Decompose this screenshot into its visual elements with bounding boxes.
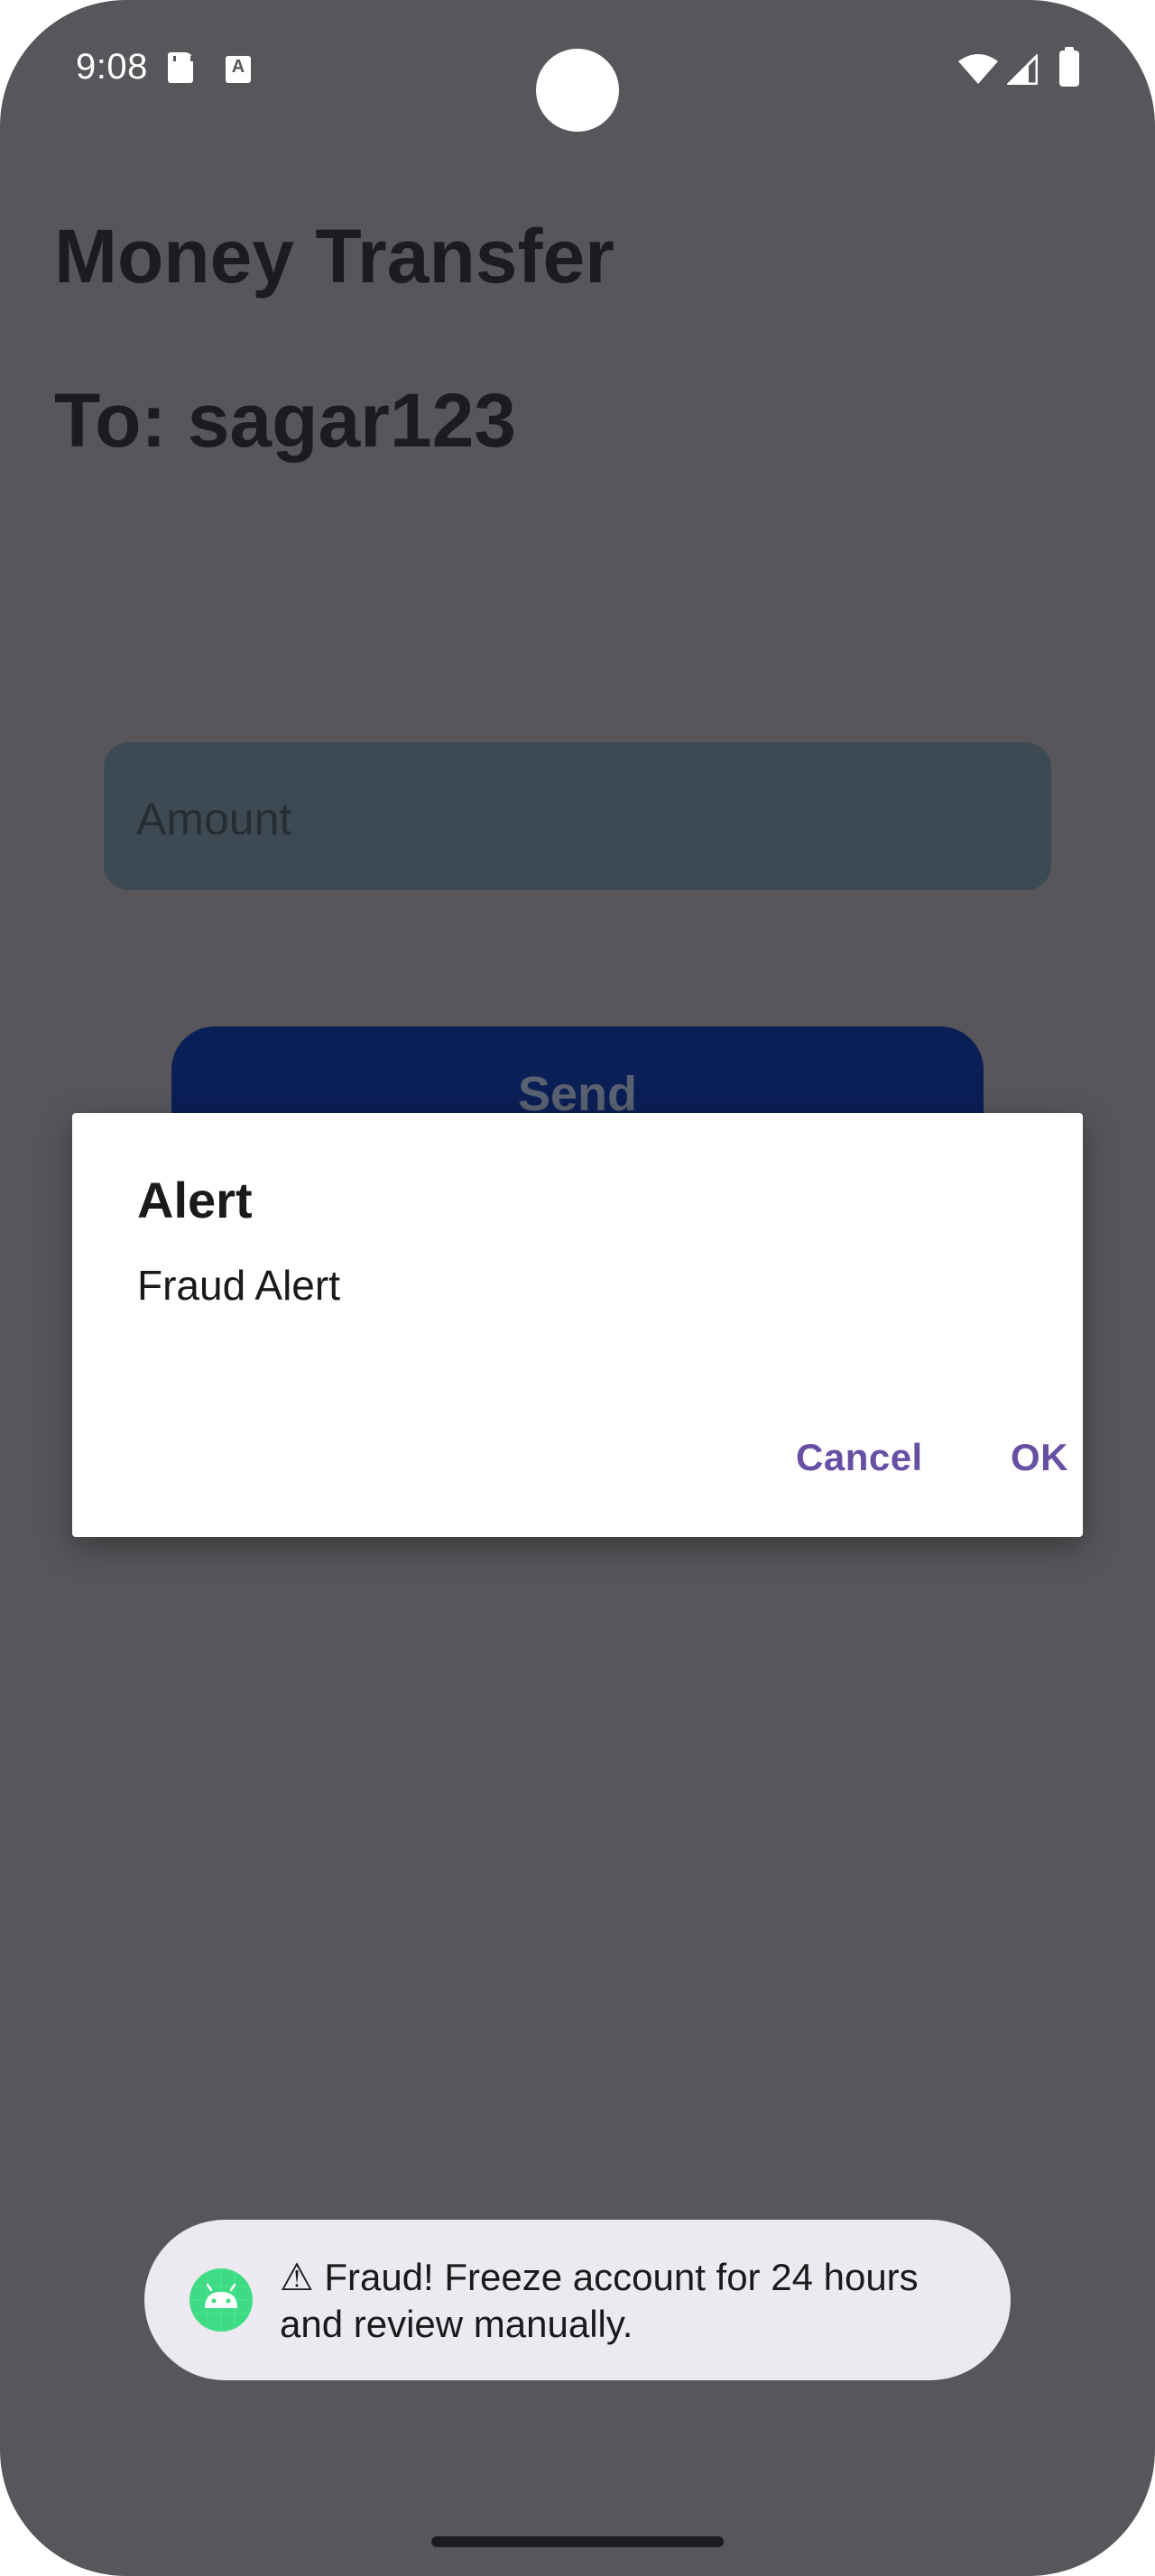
status-time: 9:08: [76, 47, 148, 87]
send-button-label: Send: [517, 1067, 638, 1121]
sd-card-icon: [168, 52, 193, 83]
wifi-icon: [958, 54, 998, 84]
dialog-title: Alert: [137, 1172, 253, 1228]
amount-input[interactable]: Amount: [104, 742, 1051, 890]
alert-dialog: Alert Fraud Alert Cancel OK: [72, 1113, 1083, 1537]
cell-signal-icon: [1007, 54, 1038, 85]
ok-button[interactable]: OK: [996, 1427, 1083, 1488]
cancel-button[interactable]: Cancel: [781, 1427, 938, 1488]
toast-message: ⚠ Fraud! Freeze account for 24 hours and…: [144, 2220, 1011, 2380]
battery-icon: [1059, 47, 1079, 87]
dialog-message: Fraud Alert: [137, 1262, 340, 1309]
amount-placeholder: Amount: [136, 794, 292, 844]
keyboard-a-icon: A: [226, 56, 251, 83]
android-icon: [189, 2268, 253, 2332]
phone-screen: 9:08 A Money Transfer To: sagar123 Amoun…: [0, 0, 1155, 2576]
toast-text: ⚠ Fraud! Freeze account for 24 hours and…: [280, 2256, 919, 2345]
home-indicator[interactable]: [431, 2536, 724, 2547]
recipient-label: To: sagar123: [54, 378, 516, 463]
front-camera: [536, 49, 619, 132]
page-title: Money Transfer: [54, 214, 614, 299]
